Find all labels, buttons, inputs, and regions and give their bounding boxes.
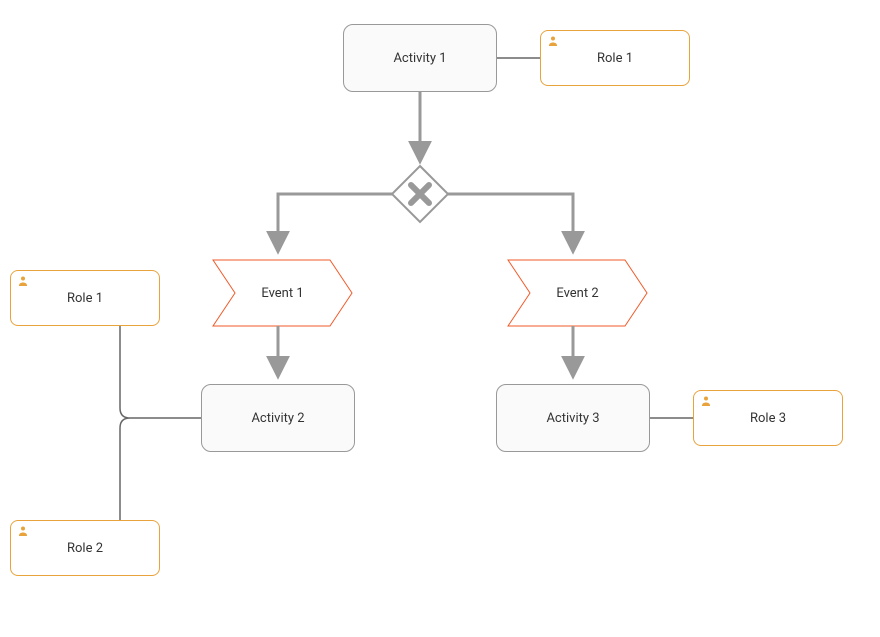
role-top-node: Role 1: [540, 30, 690, 86]
person-icon: [700, 395, 712, 411]
person-icon: [17, 525, 29, 541]
edge-gateway-event2: [448, 194, 573, 250]
activity2-label: Activity 2: [251, 411, 304, 426]
activity1-label: Activity 1: [393, 51, 446, 66]
person-icon: [17, 275, 29, 291]
edge-activity2-roles-left: [120, 326, 201, 520]
person-icon: [547, 35, 559, 51]
event2-label-box: Event 2: [508, 260, 647, 326]
activity2-node: Activity 2: [201, 384, 355, 452]
activity3-label: Activity 3: [546, 411, 599, 426]
activity3-node: Activity 3: [496, 384, 650, 452]
role-left2-node: Role 2: [10, 520, 160, 576]
event1-label: Event 1: [261, 286, 303, 301]
role-left2-label: Role 2: [67, 541, 103, 556]
activity1-node: Activity 1: [343, 24, 497, 92]
role-left1-node: Role 1: [10, 270, 160, 326]
role-right-label: Role 3: [750, 411, 786, 426]
event2-label: Event 2: [556, 286, 598, 301]
edge-gateway-event1: [278, 194, 392, 250]
gateway-exclusive: [392, 166, 448, 222]
role-top-label: Role 1: [597, 51, 633, 66]
role-right-node: Role 3: [693, 390, 843, 446]
event1-label-box: Event 1: [213, 260, 352, 326]
role-left1-label: Role 1: [67, 291, 103, 306]
